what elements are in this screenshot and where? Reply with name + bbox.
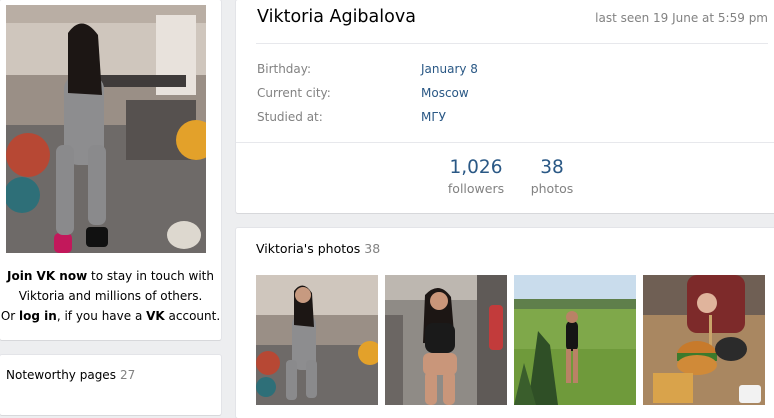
followers-label: followers (447, 181, 505, 196)
info-label: Birthday: (257, 62, 312, 76)
profile-name: Viktoria Agibalova (257, 7, 416, 27)
info-label: Current city: (257, 86, 331, 100)
join-text-2: Or (0, 309, 20, 323)
login-link[interactable]: log in (19, 309, 57, 323)
profile-sidebar-card: Join VK now to stay in touch with Viktor… (0, 0, 221, 340)
last-seen-status: last seen 19 June at 5:59 pm (595, 11, 768, 25)
profile-avatar[interactable] (6, 5, 206, 253)
profile-info-card: Viktoria Agibalova last seen 19 June at … (236, 0, 774, 213)
divider (236, 142, 774, 143)
birthday-link[interactable]: January 8 (421, 60, 478, 78)
divider (256, 43, 768, 44)
photos-card: Viktoria's photos 38 (236, 228, 774, 418)
university-link[interactable]: МГУ (421, 108, 446, 126)
photo-thumbnail[interactable] (643, 275, 765, 405)
join-text-4: account. (164, 309, 221, 323)
noteworthy-header[interactable]: Noteworthy pages 27 (6, 368, 135, 382)
photo-thumbnail[interactable] (385, 275, 507, 405)
photo-thumbnail[interactable] (514, 275, 636, 405)
vk-brand: VK (146, 309, 165, 323)
photo-thumbnail[interactable] (256, 275, 378, 405)
photos-title: Viktoria's photos (256, 241, 361, 256)
photos-counter[interactable]: 38 photos (524, 156, 580, 198)
noteworthy-count: 27 (119, 368, 136, 382)
followers-count: 1,026 (449, 157, 503, 178)
join-prompt: Join VK now to stay in touch with Viktor… (0, 266, 221, 326)
photos-count: 38 (540, 157, 564, 178)
join-text-3: , if you have a (56, 309, 147, 323)
join-link[interactable]: Join VK now (7, 269, 87, 283)
info-label: Studied at: (257, 110, 323, 124)
photos-total: 38 (364, 241, 381, 256)
photos-label: photos (530, 181, 574, 196)
followers-counter[interactable]: 1,026 followers (442, 156, 510, 198)
noteworthy-pages-card[interactable]: Noteworthy pages 27 (0, 355, 221, 415)
photos-header[interactable]: Viktoria's photos 38 (256, 241, 380, 256)
noteworthy-label: Noteworthy pages (6, 368, 116, 382)
city-link[interactable]: Moscow (421, 84, 469, 102)
